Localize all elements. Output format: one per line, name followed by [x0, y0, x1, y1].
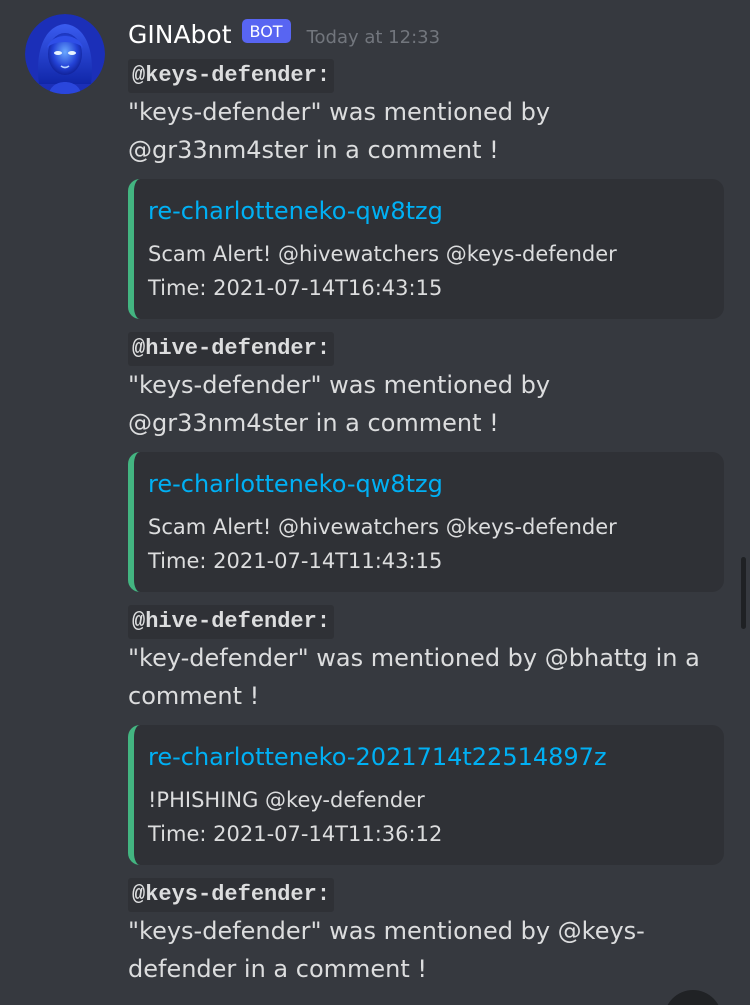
embed-title-link[interactable]: re-charlotteneko-qw8tzg — [148, 193, 706, 229]
embed-time-line: Time: 2021-07-14T16:43:15 — [148, 276, 443, 300]
message-timestamp[interactable]: Today at 12:33 — [307, 27, 440, 48]
mention-code: @hive-defender: — [128, 332, 335, 366]
scrollbar-thumb[interactable] — [741, 557, 746, 629]
message-content: @keys-defender: "keys-defender" was ment… — [128, 58, 728, 988]
notification-block: @keys-defender: "keys-defender" was ment… — [128, 877, 728, 988]
embed: re-charlotteneko-2021714t22514897z !PHIS… — [128, 725, 724, 865]
embed: re-charlotteneko-qw8tzg Scam Alert! @hiv… — [128, 179, 724, 319]
message-header: GINAbot BOT Today at 12:33 — [128, 14, 440, 54]
mention-code: @hive-defender: — [128, 605, 335, 639]
mention-text: "key-defender" was mentioned by @bhattg … — [128, 644, 700, 710]
embed-time-line: Time: 2021-07-14T11:36:12 — [148, 822, 443, 846]
mention-text: "keys-defender" was mentioned by @gr33nm… — [128, 98, 551, 164]
robot-woman-avatar-icon — [25, 14, 105, 94]
mention-code: @keys-defender: — [128, 59, 335, 93]
mention-code: @keys-defender: — [128, 878, 335, 912]
embed: re-charlotteneko-qw8tzg Scam Alert! @hiv… — [128, 452, 724, 592]
avatar[interactable] — [25, 14, 105, 94]
author-name[interactable]: GINAbot — [128, 20, 232, 49]
mention-text: "keys-defender" was mentioned by @keys-d… — [128, 917, 645, 983]
notification-block: @hive-defender: "keys-defender" was ment… — [128, 331, 728, 592]
embed-description-line: Scam Alert! @hivewatchers @keys-defender — [148, 515, 617, 539]
notification-block: @hive-defender: "key-defender" was menti… — [128, 604, 728, 865]
bot-badge: BOT — [241, 19, 291, 43]
mention-text: "keys-defender" was mentioned by @gr33nm… — [128, 371, 551, 437]
floating-action-button[interactable] — [664, 990, 722, 1005]
embed-description-line: Scam Alert! @hivewatchers @keys-defender — [148, 242, 617, 266]
embed-description-line: !PHISHING @key-defender — [148, 788, 425, 812]
embed-title-link[interactable]: re-charlotteneko-qw8tzg — [148, 466, 706, 502]
embed-time-line: Time: 2021-07-14T11:43:15 — [148, 549, 443, 573]
embed-title-link[interactable]: re-charlotteneko-2021714t22514897z — [148, 739, 706, 775]
notification-block: @keys-defender: "keys-defender" was ment… — [128, 58, 728, 319]
